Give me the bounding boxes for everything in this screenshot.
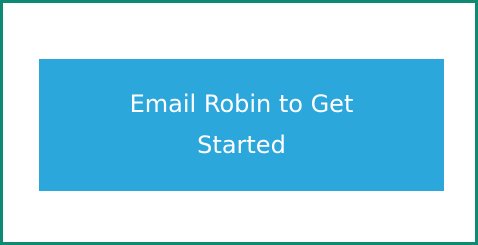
cta-card: Email Robin to Get Started bbox=[0, 0, 478, 245]
email-robin-button[interactable]: Email Robin to Get Started bbox=[39, 59, 444, 191]
email-robin-button-label: Email Robin to Get Started bbox=[129, 90, 354, 159]
